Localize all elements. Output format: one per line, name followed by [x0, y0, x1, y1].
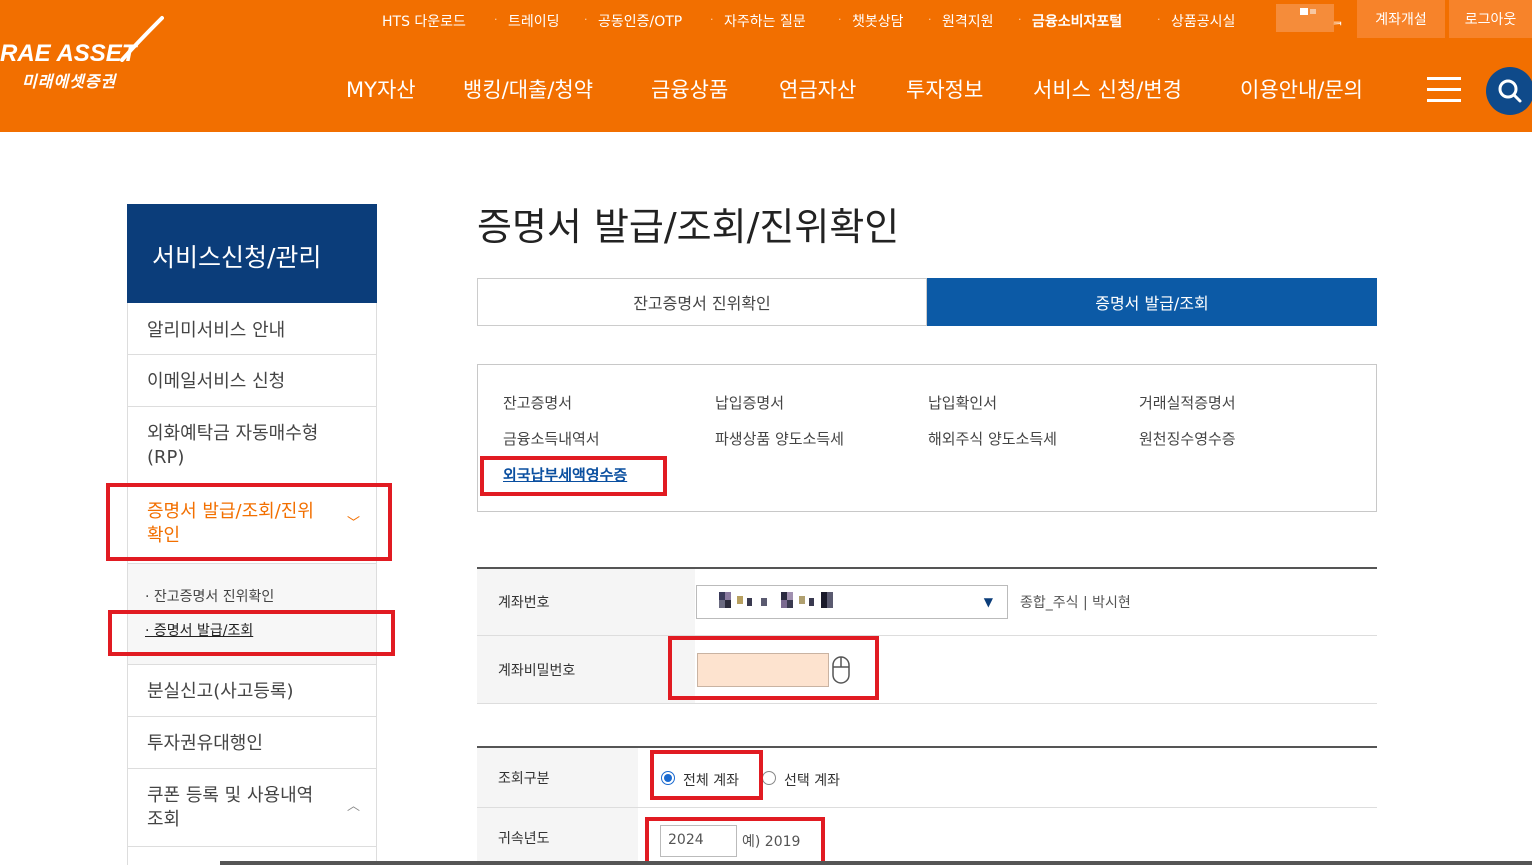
gnb-my-assets[interactable]: MY자산 [346, 74, 416, 104]
redacted-user-area [1276, 4, 1334, 32]
highlight-password-input [668, 636, 879, 700]
query-type-label: 조회구분 [477, 748, 638, 807]
sidebar-item-label: 알리미서비스 안내 [147, 320, 286, 341]
highlight-foreign-tax-receipt [480, 456, 667, 496]
sidebar-item-alarm-service[interactable]: 알리미서비스 안내 [127, 303, 377, 355]
gnb-service-request[interactable]: 서비스 신청/변경 [1033, 74, 1182, 104]
tab-cert-issue[interactable]: 증명서 발급/조회 [927, 278, 1377, 326]
doc-link-trade-record[interactable]: 거래실적증명서 [1139, 392, 1236, 413]
menu-icon[interactable] [1427, 77, 1461, 103]
doc-link-derivatives-tax[interactable]: 파생상품 양도소득세 [715, 428, 844, 449]
util-separator: · [494, 13, 498, 26]
util-separator: · [928, 13, 932, 26]
sidebar-item-label: 분실신고(사고등록) [147, 681, 294, 702]
util-separator: · [710, 13, 714, 26]
util-separator: · [838, 13, 842, 26]
account-type-owner: 종합_주식 | 박시현 [1020, 595, 1131, 611]
util-consumer-portal[interactable]: 금융소비자포털 [1032, 11, 1122, 31]
form-row-password: 계좌비밀번호 [477, 636, 1377, 704]
highlight-year [645, 817, 825, 865]
masked-account-number [719, 592, 833, 608]
account-select[interactable]: ▼ [696, 585, 1008, 619]
gnb-financial-products[interactable]: 금융상품 [651, 74, 728, 104]
doc-link-overseas-stock-tax[interactable]: 해외주식 양도소득세 [928, 428, 1057, 449]
doc-link-payment-cert[interactable]: 납입증명서 [715, 392, 784, 413]
util-separator: · [584, 13, 588, 26]
page-title: 증명서 발급/조회/진위확인 [477, 205, 900, 249]
util-cert-otp[interactable]: 공동인증/OTP [598, 11, 682, 31]
doc-link-payment-confirm[interactable]: 납입확인서 [928, 392, 997, 413]
logo-swoosh-icon [120, 16, 164, 62]
chevron-up-icon: ︿ [346, 799, 360, 814]
sidebar-item-fx-rp[interactable]: 외화예탁금 자동매수형 (RP) [127, 407, 377, 485]
sidebar-subitem-balance-verify[interactable]: · 잔고증명서 진위확인 [145, 586, 274, 606]
year-label: 귀속년도 [477, 808, 638, 865]
highlight-all-accounts [650, 750, 763, 800]
tab-balance-verify[interactable]: 잔고증명서 진위확인 [477, 278, 927, 326]
global-header: RAE ASSET 미래에셋증권 HTS 다운로드 · 트레이딩 · 공동인증/… [0, 0, 1532, 132]
account-number-label: 계좌번호 [477, 569, 695, 635]
sidebar-item-agent[interactable]: 투자권유대행인 [127, 717, 377, 769]
util-faq[interactable]: 자주하는 질문 [724, 11, 806, 31]
gnb-investment-info[interactable]: 투자정보 [906, 74, 983, 104]
sidebar-title: 서비스신청/관리 [127, 204, 377, 303]
util-hts-download[interactable]: HTS 다운로드 [382, 11, 466, 31]
util-remote-support[interactable]: 원격지원 [942, 11, 994, 31]
doc-link-withholding-receipt[interactable]: 원천징수영수증 [1139, 428, 1236, 449]
util-separator: · [1157, 13, 1161, 26]
logout-button[interactable]: 로그아웃 [1449, 0, 1532, 38]
brand-logo-korean: 미래에셋증권 [22, 72, 117, 91]
util-product-disclosure[interactable]: 상품공시실 [1171, 11, 1235, 31]
brand-logo-text[interactable]: RAE ASSET [0, 40, 136, 68]
util-chatbot[interactable]: 챗봇상담 [852, 11, 904, 31]
radio-selected-account[interactable] [762, 771, 776, 785]
sidebar-item-loss-report[interactable]: 분실신고(사고등록) [127, 665, 377, 717]
sidebar-item-email-service[interactable]: 이메일서비스 신청 [127, 355, 377, 407]
open-account-button[interactable]: 계좌개설 [1357, 0, 1445, 38]
form-row-year: 귀속년도 [477, 808, 1377, 865]
util-partial-text: ᆿ [1332, 13, 1344, 27]
gnb-banking[interactable]: 뱅킹/대출/청약 [463, 74, 593, 104]
dropdown-arrow-icon: ▼ [983, 595, 993, 609]
doc-link-financial-income[interactable]: 금융소득내역서 [503, 428, 600, 449]
doc-link-balance-cert[interactable]: 잔고증명서 [503, 392, 572, 413]
bottom-border [220, 861, 1532, 865]
util-separator: · [1018, 13, 1022, 26]
sidebar-item-label: 이메일서비스 신청 [147, 371, 286, 392]
gnb-help[interactable]: 이용안내/문의 [1240, 74, 1363, 104]
gnb-pension[interactable]: 연금자산 [779, 74, 856, 104]
sidebar-item-label: 쿠폰 등록 및 사용내역 조회 [147, 785, 314, 830]
search-button[interactable] [1486, 67, 1532, 115]
form-row-query-type: 조회구분 [477, 748, 1377, 808]
highlight-sidebar-certificates [106, 483, 392, 561]
account-password-label: 계좌비밀번호 [477, 636, 695, 703]
sidebar-item-coupon[interactable]: 쿠폰 등록 및 사용내역 조회 ︿ [127, 769, 377, 847]
sidebar-item-label: 외화예탁금 자동매수형 (RP) [147, 423, 319, 468]
highlight-sidebar-cert-issue [108, 610, 395, 656]
search-icon [1498, 79, 1522, 103]
radio-selected-account-label[interactable]: 선택 계좌 [784, 770, 840, 790]
sidebar-item-label: 투자권유대행인 [147, 733, 263, 754]
util-trading[interactable]: 트레이딩 [508, 11, 560, 31]
